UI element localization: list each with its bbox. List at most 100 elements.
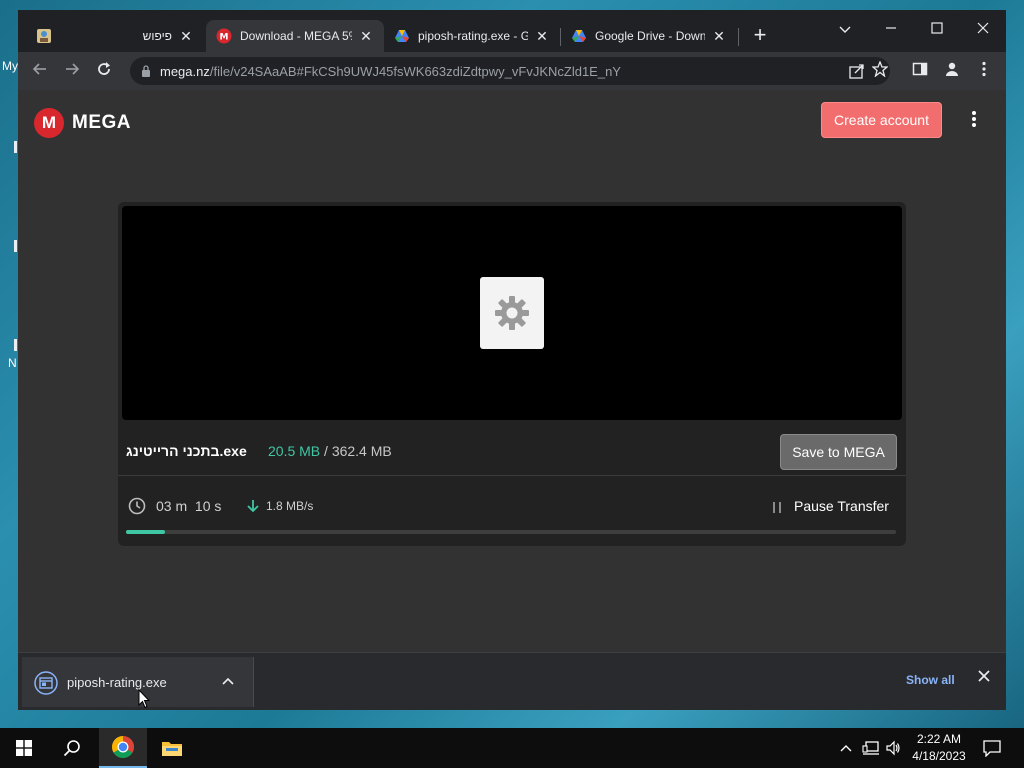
browser-toolbar: mega.nz/file/v24SAaAB#FkCSh9UWJ45fsWK663… [18,52,1006,90]
file-info-row: בתכני הרייטינג.exe 20.5 MB / 362.4 MB Sa… [118,424,906,476]
gear-icon [495,296,529,330]
reload-button[interactable] [94,61,114,81]
share-icon [849,64,864,79]
side-panel-icon [912,62,928,76]
close-icon[interactable]: ✕ [711,28,727,45]
maximize-button[interactable] [923,16,951,42]
start-button[interactable] [0,728,48,768]
clock-time: 2:22 AM [916,732,962,746]
transfer-stats: 03 m 10 s 1.8 MB/s Pause Transfer [118,477,906,537]
desktop-icon-label: N [8,356,17,370]
app-icon [37,29,51,43]
downloaded-size: 20.5 MB [268,443,321,459]
star-icon [871,60,889,78]
file-preview [122,206,902,420]
create-account-button[interactable]: Create account [821,102,942,138]
download-file-name: piposh-rating.exe [67,675,167,690]
notification-icon [983,740,1001,758]
close-shelf-button[interactable] [978,669,990,687]
total-size: 362.4 MB [331,443,392,459]
minimize-icon [886,27,896,29]
chrome-icon [112,736,134,758]
chevron-up-icon [840,745,852,752]
url-text: mega.nz/file/v24SAaAB#FkCSh9UWJ45fsWK663… [160,64,621,79]
desktop-icon-label: My [2,59,18,73]
file-icon [34,671,58,695]
close-icon[interactable]: ✕ [358,28,374,45]
taskbar-chrome[interactable] [99,728,147,768]
lock-icon [142,65,150,77]
close-icon[interactable]: ✕ [178,28,194,45]
share-button[interactable] [848,62,866,85]
tab-mega[interactable]: M Download - MEGA 5% ✕ [206,20,384,52]
tab-title: piposh-rating.exe - Google Drive [418,29,528,43]
desktop-mark [14,339,17,351]
network-icon [862,741,879,755]
page-content: M MEGA Create account בתכני הרייטינג.exe… [18,90,1006,652]
drive-icon [395,30,409,42]
page-menu-button[interactable] [964,110,984,134]
pause-icon[interactable] [772,502,782,513]
mega-logo[interactable]: M MEGA [34,108,131,138]
minimize-button[interactable] [877,16,905,42]
file-size: 20.5 MB / 362.4 MB [268,443,392,459]
clock-date: 4/18/2023 [912,749,966,763]
size-separator: / [320,443,332,459]
new-tab-button[interactable]: + [748,24,772,48]
folder-icon [162,742,182,756]
tab-search-button[interactable] [831,16,859,42]
address-bar[interactable]: mega.nz/file/v24SAaAB#FkCSh9UWJ45fsWK663… [130,57,890,85]
file-name: בתכני הרייטינג.exe [126,443,247,459]
taskbar-file-explorer[interactable] [148,728,196,768]
tab-title: Download - MEGA 5% [240,29,352,43]
save-to-mega-button[interactable]: Save to MEGA [780,434,897,470]
transfer-speed: 1.8 MB/s [266,499,314,513]
close-icon [977,22,989,34]
speaker-icon [886,740,900,756]
notifications-button[interactable] [983,739,1001,760]
tab-title: Google Drive - Download [595,29,705,43]
profile-button[interactable] [942,61,962,81]
maximize-icon [931,22,943,34]
download-shelf: piposh-rating.exe Show all [18,652,1006,710]
network-button[interactable] [862,740,880,759]
tab-strip: פיפוש ✕ M Download - MEGA 5% ✕ piposh-ra… [18,10,1006,52]
clock-icon [128,497,146,515]
chevron-up-icon [222,677,234,685]
pause-transfer-button[interactable]: Pause Transfer [794,498,889,514]
forward-button[interactable] [62,61,82,81]
tab-drive-file[interactable]: piposh-rating.exe - Google Drive ✕ [384,20,560,52]
mega-icon: M [216,28,232,44]
time-remaining: 03 m 10 s [156,498,222,514]
browser-menu-button[interactable] [974,61,994,81]
reload-icon [98,62,110,75]
side-panel-button[interactable] [910,61,930,81]
url-host: mega.nz [160,64,210,79]
tray-overflow-button[interactable] [840,740,852,755]
tab-piposh[interactable]: פיפוש ✕ [26,20,204,52]
arrow-left-icon [32,63,46,75]
taskbar: 2:22 AM 4/18/2023 [0,728,1024,768]
download-progress-bar [126,530,896,534]
show-all-link[interactable]: Show all [906,673,955,687]
close-icon [978,670,990,682]
close-icon[interactable]: ✕ [534,28,550,45]
mega-logo-mark: M [34,108,64,138]
drive-icon [572,30,586,42]
tab-title: פיפוש [142,29,172,43]
desktop-mark [14,240,17,252]
profile-icon [946,62,958,76]
file-type-thumbnail [480,277,544,349]
taskbar-search-button[interactable] [48,728,96,768]
arrow-right-icon [66,63,80,75]
tab-separator [738,28,739,46]
volume-button[interactable] [885,740,901,759]
close-window-button[interactable] [969,16,997,42]
back-button[interactable] [30,61,50,81]
tab-drive-download[interactable]: Google Drive - Download ✕ [561,20,737,52]
browser-window: פיפוש ✕ M Download - MEGA 5% ✕ piposh-ra… [18,10,1006,710]
kebab-menu-icon [972,111,976,127]
download-options-button[interactable] [222,674,234,688]
bookmark-button[interactable] [870,60,890,81]
system-clock[interactable]: 2:22 AM 4/18/2023 [904,731,974,765]
